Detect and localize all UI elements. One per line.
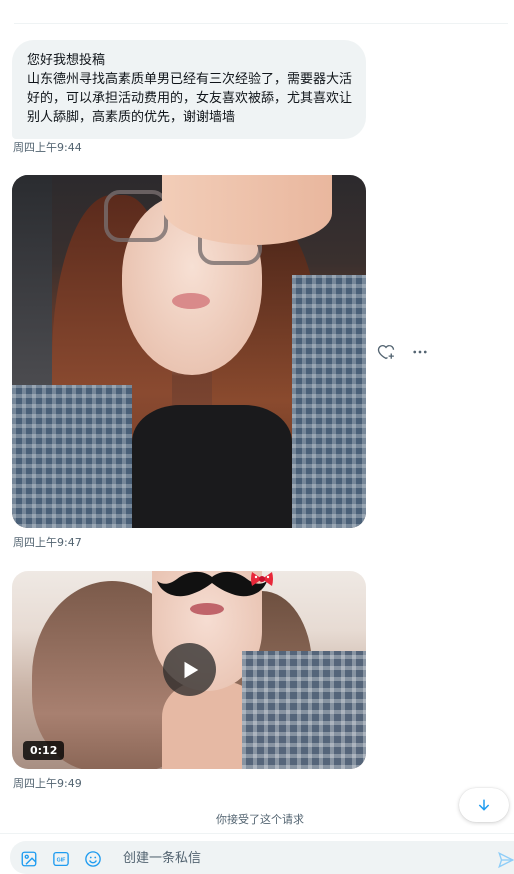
photo-lips: [172, 293, 210, 309]
top-divider: [14, 23, 508, 24]
arrow-down-icon: [478, 799, 490, 811]
gif-icon[interactable]: GIF: [52, 850, 70, 868]
video-message[interactable]: 0:12: [12, 571, 366, 769]
emoji-icon[interactable]: [84, 850, 102, 868]
heart-plus-icon[interactable]: [376, 342, 396, 362]
photo-shirt: [292, 275, 366, 528]
photo-message[interactable]: [12, 175, 366, 528]
scroll-down-button[interactable]: [459, 788, 509, 822]
play-icon: [184, 661, 198, 678]
photo-glasses: [104, 190, 168, 242]
image-icon[interactable]: [20, 850, 38, 868]
composer-divider: [0, 833, 514, 834]
video-lips: [190, 603, 224, 615]
message-timestamp: 周四上午9:49: [13, 777, 82, 790]
send-icon[interactable]: [497, 851, 514, 869]
photo-shirt: [12, 385, 132, 528]
video-duration: 0:12: [23, 741, 65, 760]
message-line: 山东德州寻找高素质单男已经有三次经验了，需要器大活好的，可以承担活动费用的，女友…: [27, 72, 353, 125]
message-input[interactable]: [123, 848, 473, 868]
photo-top: [132, 405, 292, 528]
svg-text:GIF: GIF: [57, 858, 67, 864]
photo-background: [12, 175, 52, 385]
message-timestamp: 周四上午9:47: [13, 536, 82, 549]
more-icon[interactable]: [410, 342, 430, 362]
photo-actions: [376, 342, 430, 362]
bow-sticker-icon: [251, 572, 273, 586]
system-message: 你接受了这个请求: [216, 813, 304, 826]
message-line: 您好我想投稿: [27, 53, 106, 68]
message-composer: GIF: [10, 841, 514, 874]
message-bubble[interactable]: 您好我想投稿 山东德州寻找高素质单男已经有三次经验了，需要器大活好的，可以承担活…: [12, 40, 366, 139]
play-button[interactable]: [163, 643, 216, 696]
message-timestamp: 周四上午9:44: [13, 141, 82, 154]
video-shirt: [242, 651, 366, 769]
